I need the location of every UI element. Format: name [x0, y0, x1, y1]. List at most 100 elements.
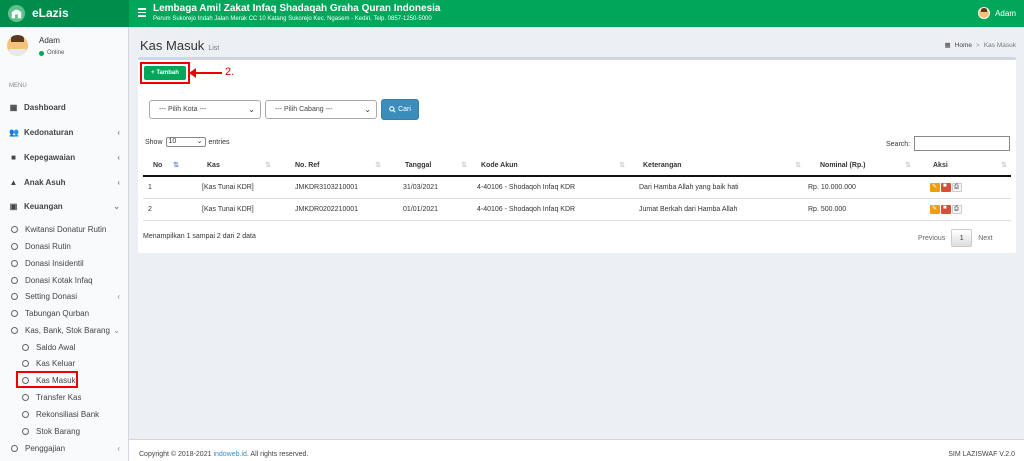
sidebar-item-label: Stok Barang [36, 426, 81, 436]
copyright-suffix: . All rights reserved. [246, 451, 309, 458]
sidebar-item-donasi-insidentil[interactable]: Donasi Insidentil [0, 257, 129, 269]
delete-button[interactable]: ■ [941, 182, 951, 192]
sidebar-item-anak-asuh[interactable]: ▲ Anak Asuh ‹ [0, 176, 129, 188]
entries-value: 10 [168, 138, 177, 145]
sidebar-item-rekonsiliasi-bank[interactable]: Rekonsiliasi Bank [0, 408, 129, 420]
sidebar-item-label: Keuangan [24, 201, 63, 211]
sort-icon: ⇅ [795, 162, 801, 169]
circle-icon [22, 427, 29, 435]
column-header-no[interactable]: No ⇅ [143, 155, 183, 177]
sort-icon: ⇅ [905, 162, 911, 169]
column-label: Aksi [933, 161, 948, 169]
sidebar-item-saldo-awal[interactable]: Saldo Awal [0, 341, 129, 353]
add-button[interactable]: + Tambah [144, 66, 186, 80]
search-button[interactable]: Cari [381, 99, 419, 120]
sidebar-item-stok-barang[interactable]: Stok Barang [0, 425, 129, 437]
column-header-kas[interactable]: Kas ⇅ [183, 155, 275, 177]
menu-header: MENU [9, 83, 27, 89]
circle-icon [22, 343, 29, 351]
print-button[interactable]: ⎙ [952, 182, 962, 192]
column-header-nominal[interactable]: Nominal (Rp.) ⇅ [805, 155, 915, 177]
sidebar-item-kedonaturan[interactable]: 👥 Kedonaturan ‹ [0, 126, 129, 138]
search-input[interactable] [914, 136, 1010, 151]
cabang-select[interactable]: --- Pilih Cabang --- ⌄ [265, 100, 377, 119]
sidebar-item-setting-donasi[interactable]: Setting Donasi ‹ [0, 290, 129, 302]
pagination: Previous 1 Next [912, 229, 999, 247]
sidebar-item-kas-keluar[interactable]: Kas Keluar [0, 357, 129, 369]
footer-link[interactable]: indoweb.id [213, 451, 246, 458]
delete-button[interactable]: ■ [941, 204, 951, 214]
sort-icon: ⇅ [461, 162, 467, 169]
step-label: 2. [225, 66, 235, 78]
edit-button[interactable]: ✎ [930, 182, 940, 192]
column-header-kode-akun[interactable]: Kode Akun ⇅ [471, 155, 629, 177]
column-label: Keterangan [643, 161, 682, 169]
logo-text: eLazis [32, 6, 69, 20]
sort-asc-icon: ⇅ [173, 162, 179, 169]
sidebar-toggle-icon[interactable] [138, 8, 146, 18]
entries-select[interactable]: 10 ⌄ [165, 137, 206, 147]
briefcase-icon: ■ [11, 152, 16, 162]
chevron-down-icon: ⌄ [113, 325, 120, 335]
sidebar-item-label: Rekonsiliasi Bank [36, 409, 100, 419]
column-header-aksi[interactable]: Aksi ⇅ [915, 155, 1011, 177]
search-icon [389, 106, 396, 113]
avatar [978, 7, 991, 19]
previous-button[interactable]: Previous [912, 235, 951, 242]
cell-no: 2 [143, 198, 183, 221]
sidebar-item-kas-bank-stok[interactable]: Kas, Bank, Stok Barang ⌄ [0, 324, 129, 336]
arrow-annotation [189, 68, 222, 78]
next-button[interactable]: Next [972, 235, 998, 242]
logo[interactable]: eLazis [0, 0, 129, 27]
column-label: Kode Akun [481, 161, 518, 169]
user-menu[interactable]: Adam [978, 7, 1016, 19]
cell-kode-akun: 4-40106 - Shodaqoh Infaq KDR [471, 176, 629, 199]
breadcrumb-home[interactable]: Home [955, 42, 972, 49]
avatar [7, 35, 28, 56]
sidebar-item-transfer-kas[interactable]: Transfer Kas [0, 391, 129, 403]
edit-button[interactable]: ✎ [930, 204, 940, 214]
online-dot-icon [39, 50, 44, 56]
sidebar-item-kwitansi[interactable]: Kwitansi Donatur Rutin [0, 223, 129, 235]
column-header-keterangan[interactable]: Keterangan ⇅ [629, 155, 805, 177]
chevron-left-icon: ‹ [117, 291, 120, 301]
footer: Copyright © 2018-2021 indoweb.id. All ri… [129, 439, 1024, 461]
column-header-tanggal[interactable]: Tanggal ⇅ [385, 155, 471, 177]
sidebar-item-dashboard[interactable]: ▦ Dashboard [0, 101, 129, 113]
cell-kode-akun: 4-40106 - Shodaqoh Infaq KDR [471, 198, 629, 221]
chevron-left-icon: ‹ [117, 443, 120, 453]
circle-icon [11, 259, 18, 267]
cell-no: 1 [143, 176, 183, 199]
sidebar-item-label: Transfer Kas [36, 392, 82, 402]
sidebar-item-kepegawaian[interactable]: ■ Kepegawaian ‹ [0, 151, 129, 163]
copyright-text: Copyright © 2018-2021 [139, 451, 212, 458]
money-icon: ▣ [9, 201, 18, 211]
sidebar-item-tabungan-qurban[interactable]: Tabungan Qurban [0, 307, 129, 319]
circle-icon [11, 276, 18, 284]
sidebar-item-donasi-kotak-infaq[interactable]: Donasi Kotak Infaq [0, 274, 129, 286]
org-name: Lembaga Amil Zakat Infaq Shadaqah Graha … [153, 3, 441, 14]
sidebar-item-label: Kwitansi Donatur Rutin [25, 224, 107, 234]
cell-aksi: ✎ ■ ⎙ [915, 198, 1011, 221]
sidebar-item-label: Setting Donasi [25, 291, 78, 301]
show-label: Show [145, 138, 163, 146]
sidebar-item-penggajian[interactable]: Penggajian ‹ [0, 442, 129, 454]
column-header-no-ref[interactable]: No. Ref ⇅ [275, 155, 385, 177]
search-label: Search: [886, 141, 911, 148]
sidebar-item-kas-masuk[interactable]: Kas Masuk [0, 371, 129, 388]
sort-icon: ⇅ [375, 162, 381, 169]
cell-kas: [Kas Tunai KDR] [183, 176, 275, 199]
sidebar-item-label: Donasi Insidentil [25, 258, 84, 268]
cell-keterangan: Dari Hamba Allah yang baik hati [629, 176, 805, 199]
trash-icon: ■ [943, 204, 947, 211]
sidebar-item-keuangan[interactable]: ▣ Keuangan ⌄ [0, 200, 129, 212]
chevron-down-icon: ⌄ [113, 201, 120, 211]
page-1-button[interactable]: 1 [951, 229, 973, 247]
kota-select[interactable]: --- Pilih Kota --- ⌄ [149, 100, 261, 119]
column-label: No. Ref [295, 161, 320, 169]
sidebar-item-donasi-rutin[interactable]: Donasi Rutin [0, 240, 129, 252]
print-button[interactable]: ⎙ [952, 204, 962, 214]
circle-icon [22, 410, 29, 418]
highlight-box: + Tambah [140, 62, 190, 84]
circle-icon [22, 359, 29, 367]
